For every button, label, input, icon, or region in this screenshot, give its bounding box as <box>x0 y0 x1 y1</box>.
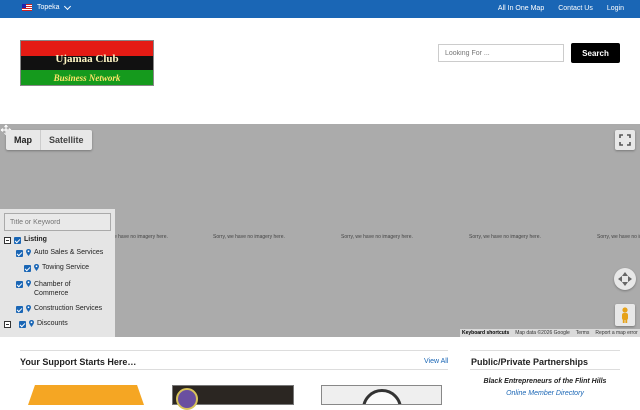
divider <box>20 350 448 351</box>
location-selector[interactable]: Topeka <box>22 2 71 11</box>
map-pin-icon <box>26 249 31 256</box>
seal-logo-icon <box>176 388 198 410</box>
site-header: Ujamaa Club Business Network Search <box>0 18 640 124</box>
map-type-map-button[interactable]: Map <box>6 130 41 150</box>
online-member-directory-link[interactable]: Online Member Directory <box>470 390 620 397</box>
terms-link[interactable]: Terms <box>576 330 590 336</box>
divider <box>20 369 448 370</box>
report-map-error-link[interactable]: Report a map error <box>595 330 637 336</box>
login-link[interactable]: Login <box>607 5 624 12</box>
collapse-toggle[interactable] <box>4 237 11 244</box>
map-attribution: Keyboard shortcuts Map data ©2026 Google… <box>460 329 640 337</box>
listing-label: Listing <box>24 236 47 243</box>
street-view-pegman[interactable] <box>615 304 635 326</box>
category-checkbox[interactable] <box>24 265 31 272</box>
listing-root-row: Listing <box>4 236 47 244</box>
partnerships-title: Public/Private Partnerships <box>471 357 589 367</box>
category-label: Construction Services <box>34 305 103 312</box>
map-pin-icon <box>26 280 31 287</box>
top-links: All In One Map Contact Us Login <box>498 5 624 12</box>
category-row: Discounts <box>4 320 112 328</box>
category-row: Towing Service <box>24 264 112 272</box>
divider <box>470 350 620 351</box>
support-section-title: Your Support Starts Here… <box>20 357 137 367</box>
map-type-satellite-button[interactable]: Satellite <box>41 130 92 150</box>
logo-title: Ujamaa Club <box>55 53 119 65</box>
camera-control[interactable] <box>614 268 636 290</box>
listing-card-image[interactable] <box>172 385 294 410</box>
category-label: Auto Sales & Services <box>34 249 104 256</box>
category-row: Auto Sales & Services <box>16 249 112 257</box>
category-row: Chamber of Commerce <box>16 280 112 298</box>
keyboard-shortcuts-link[interactable]: Keyboard shortcuts <box>462 330 509 336</box>
category-label: Discounts <box>37 320 68 327</box>
no-imagery-tile: Sorry, we have no imagery here. <box>213 234 285 240</box>
no-imagery-tile: Sorry, we have no imagery here. <box>597 234 640 240</box>
listing-checkbox[interactable] <box>14 237 21 244</box>
top-bar: Topeka All In One Map Contact Us Login <box>0 0 640 18</box>
listing-card-image[interactable] <box>321 385 442 405</box>
keyword-input[interactable] <box>4 213 111 231</box>
no-imagery-tile: Sorry, we have no imagery here. <box>469 234 541 240</box>
no-imagery-tile: Sorry, we have no imagery here. <box>341 234 413 240</box>
category-checkbox[interactable] <box>16 306 23 313</box>
map-data-text: Map data ©2026 Google <box>515 330 570 336</box>
divider <box>470 369 620 370</box>
site-logo[interactable]: Ujamaa Club Business Network <box>20 40 154 86</box>
chevron-down-icon <box>63 2 71 10</box>
move-arrows-icon <box>618 272 632 286</box>
location-label: Topeka <box>37 4 60 11</box>
us-flag-icon <box>22 4 32 11</box>
logo-subtitle: Business Network <box>53 73 121 83</box>
search-input[interactable] <box>438 44 564 62</box>
search-button[interactable]: Search <box>571 43 620 63</box>
map-pin-icon <box>29 320 34 327</box>
pegman-icon <box>622 307 628 323</box>
category-checkbox[interactable] <box>16 250 23 257</box>
category-checkbox[interactable] <box>19 321 26 328</box>
category-label: Towing Service <box>42 264 90 271</box>
filter-panel: Listing Auto Sales & Services Towing Ser… <box>0 209 115 337</box>
category-checkbox[interactable] <box>16 281 23 288</box>
partnerships-subtitle: Black Entrepreneurs of the Flint Hills <box>483 378 607 385</box>
circle-logo-icon <box>362 389 402 404</box>
map-type-control: Map Satellite <box>6 130 92 150</box>
view-all-link[interactable]: View All <box>424 358 448 365</box>
map-pin-icon <box>34 264 39 271</box>
map-pin-icon <box>26 305 31 312</box>
fullscreen-button[interactable] <box>615 130 635 150</box>
all-in-one-map-link[interactable]: All In One Map <box>498 5 544 12</box>
collapse-toggle[interactable] <box>4 321 11 328</box>
fullscreen-icon <box>619 134 631 146</box>
contact-us-link[interactable]: Contact Us <box>558 5 593 12</box>
listing-card-image[interactable] <box>28 385 144 405</box>
category-label: Chamber of Commerce <box>34 281 71 297</box>
category-row: Construction Services <box>16 305 112 313</box>
